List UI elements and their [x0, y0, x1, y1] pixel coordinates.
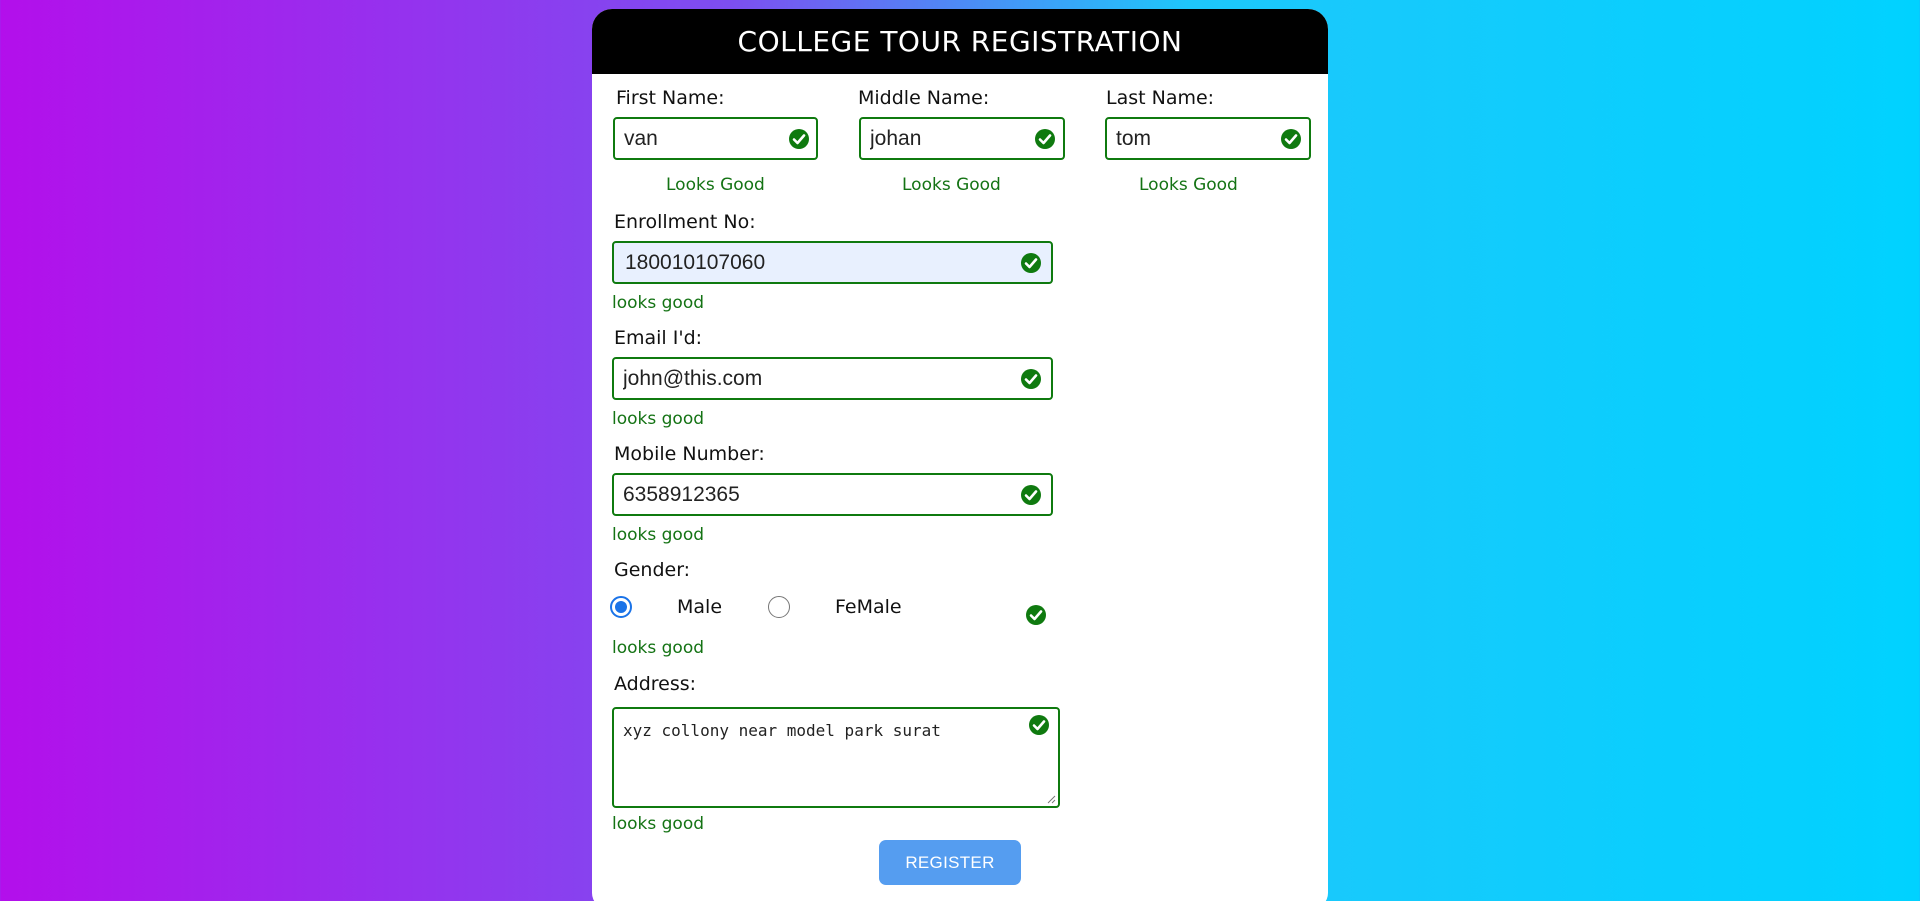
form-title: COLLEGE TOUR REGISTRATION [592, 9, 1328, 74]
check-circle-icon [1021, 369, 1041, 389]
middle-name-input[interactable] [861, 119, 1063, 158]
gender-option-female: FeMale [835, 596, 902, 618]
email-input[interactable] [614, 359, 1051, 398]
mobile-field[interactable] [612, 473, 1053, 516]
first-name-input[interactable] [615, 119, 816, 158]
gender-radio-female[interactable] [768, 596, 790, 618]
address-label: Address: [614, 673, 697, 695]
check-circle-icon [1029, 715, 1049, 735]
gender-option-male: Male [677, 596, 723, 618]
email-feedback: looks good [612, 409, 705, 429]
address-feedback: looks good [612, 814, 705, 834]
first-name-feedback: Looks Good [666, 175, 765, 195]
mobile-feedback: looks good [612, 525, 705, 545]
check-circle-icon [789, 129, 809, 149]
enrollment-label: Enrollment No: [614, 211, 756, 233]
gender-feedback: looks good [612, 638, 705, 658]
enrollment-input[interactable] [614, 243, 1051, 282]
mobile-label: Mobile Number: [614, 443, 765, 465]
email-label: Email I'd: [614, 327, 703, 349]
enrollment-feedback: looks good [612, 293, 705, 313]
check-circle-icon [1035, 129, 1055, 149]
last-name-field[interactable] [1105, 117, 1311, 160]
gender-label: Gender: [614, 559, 691, 581]
register-button[interactable]: REGISTER [879, 840, 1021, 885]
middle-name-feedback: Looks Good [902, 175, 1001, 195]
first-name-field[interactable] [613, 117, 818, 160]
check-circle-icon [1021, 253, 1041, 273]
last-name-input[interactable] [1107, 119, 1309, 158]
first-name-label: First Name: [616, 87, 725, 109]
middle-name-field[interactable] [859, 117, 1065, 160]
address-field[interactable]: xyz collony near model park surat [612, 707, 1060, 808]
enrollment-field[interactable] [612, 241, 1053, 284]
email-field[interactable] [612, 357, 1053, 400]
gender-radio-male[interactable] [610, 596, 632, 618]
resize-grip-icon[interactable] [1046, 794, 1056, 804]
middle-name-label: Middle Name: [858, 87, 990, 109]
address-textarea[interactable]: xyz collony near model park surat [614, 709, 1058, 806]
check-circle-icon [1021, 485, 1041, 505]
mobile-input[interactable] [614, 475, 1051, 514]
last-name-label: Last Name: [1106, 87, 1215, 109]
last-name-feedback: Looks Good [1139, 175, 1238, 195]
check-circle-icon [1026, 605, 1046, 625]
check-circle-icon [1281, 129, 1301, 149]
registration-card: COLLEGE TOUR REGISTRATION First Name: Lo… [592, 9, 1328, 901]
